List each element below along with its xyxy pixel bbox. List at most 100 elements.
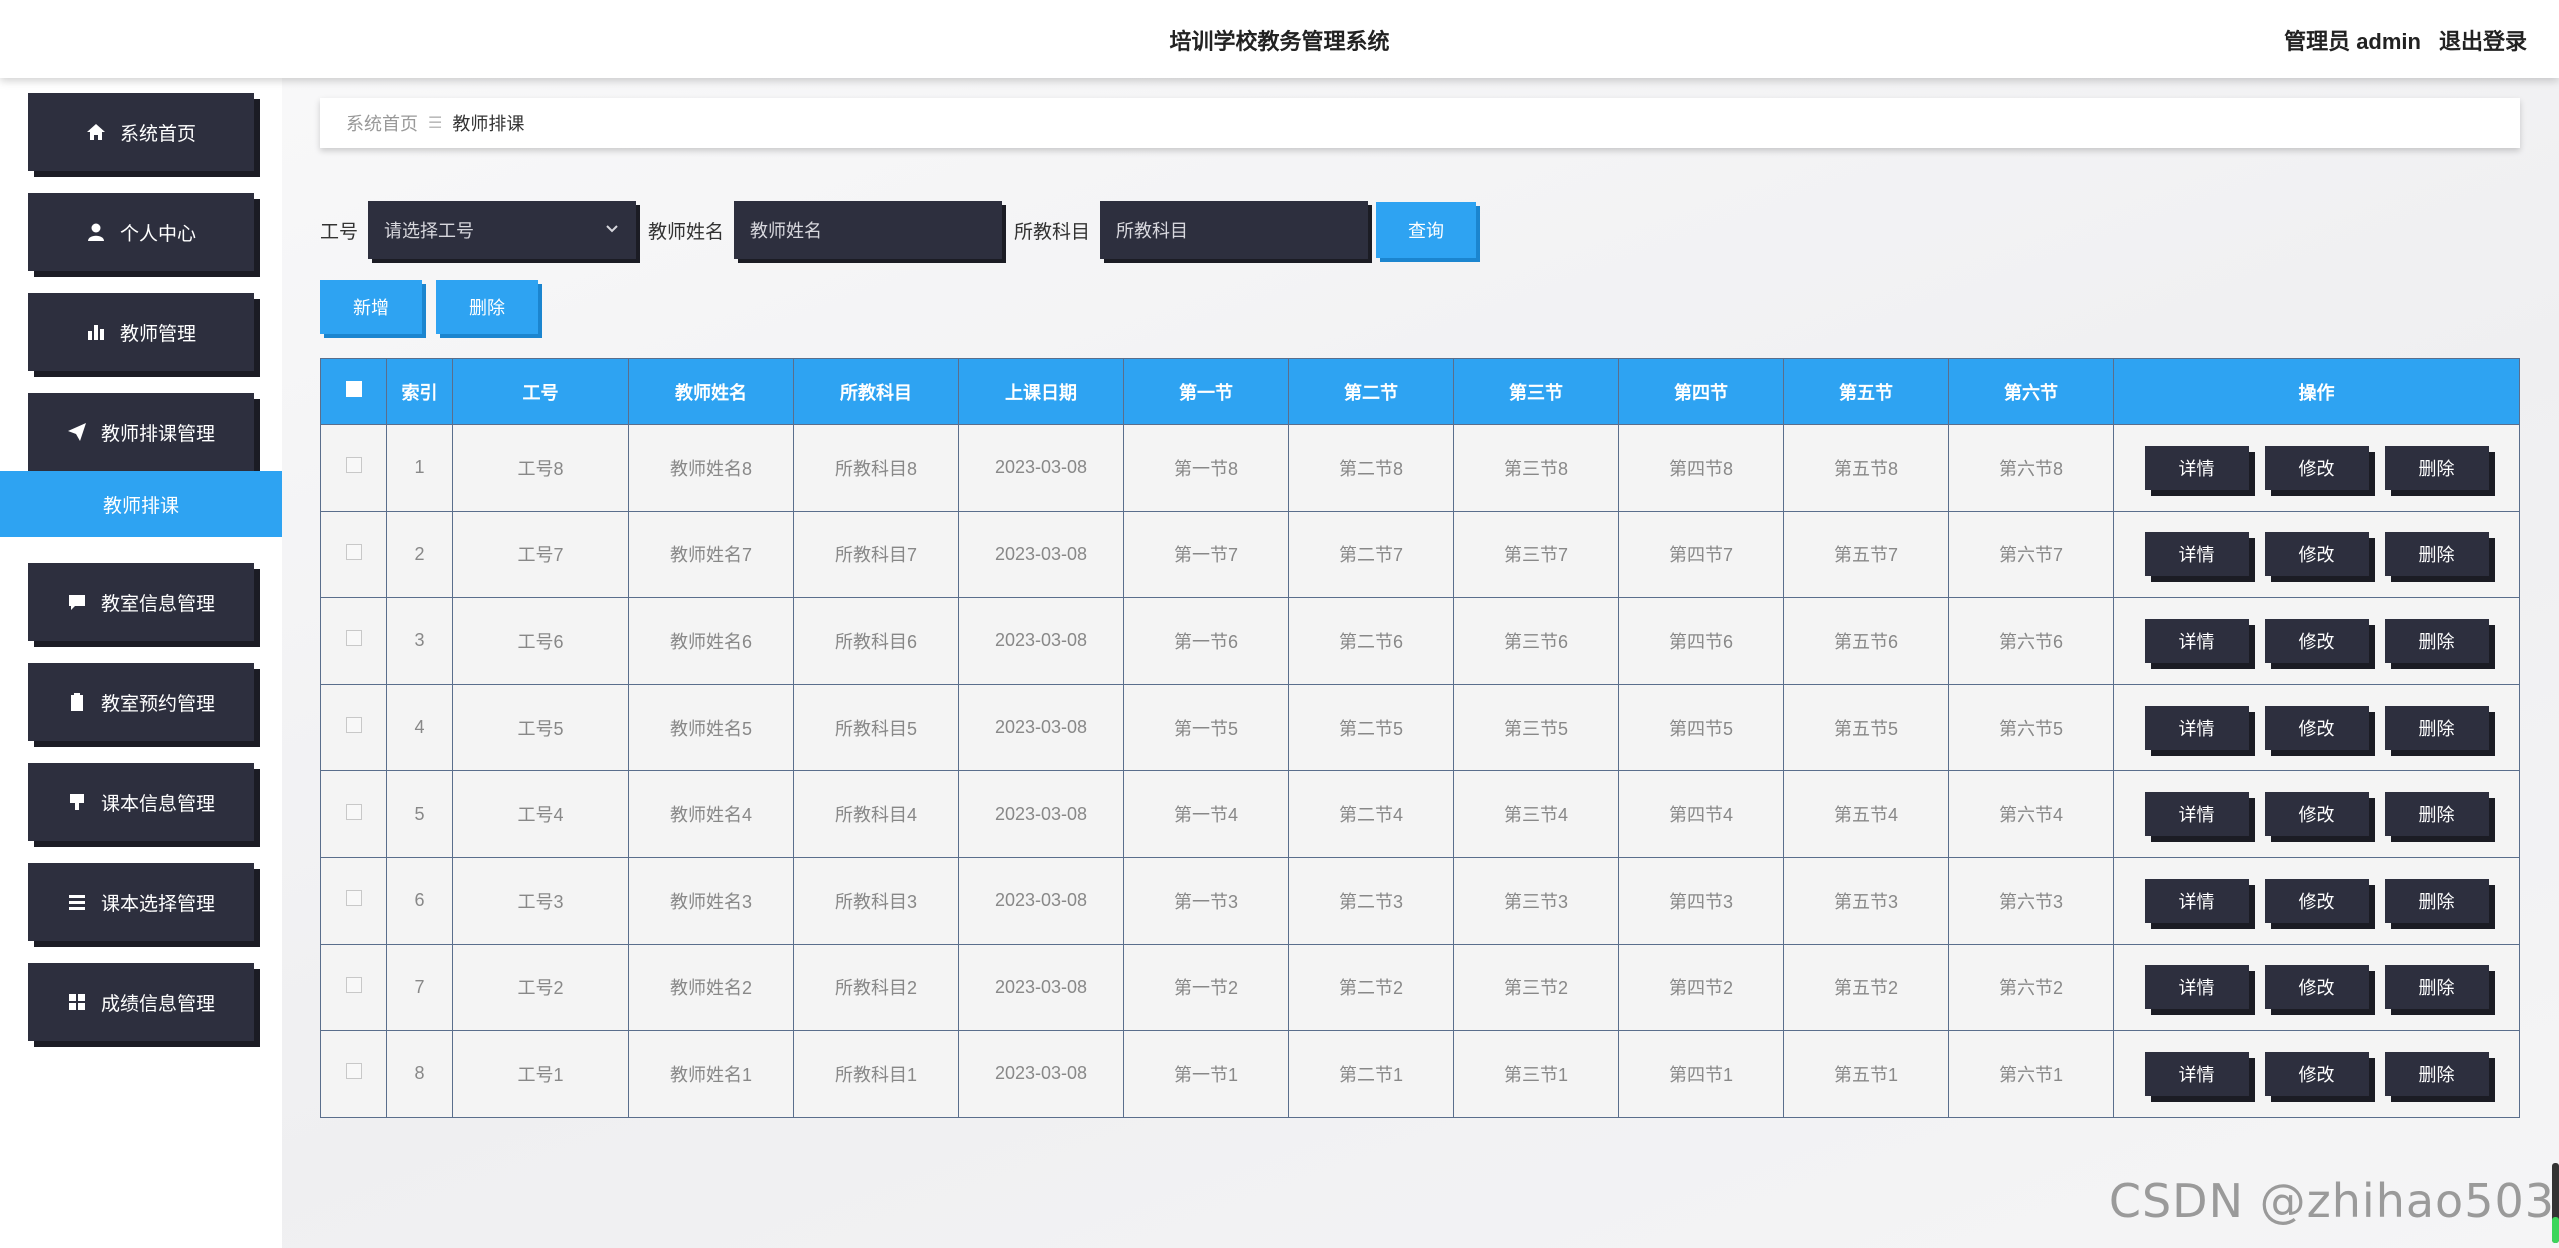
table-row: 5 工号4 教师姓名4 所教科目4 2023-03-08 第一节4 第二节4 第三节4 第四节4… bbox=[320, 770, 2520, 858]
table-cell: 2023-03-08 bbox=[958, 770, 1124, 858]
sidebar-item-grade-info[interactable]: 成绩信息管理 bbox=[28, 963, 254, 1041]
table-cell: 2 bbox=[386, 510, 453, 599]
detail-button[interactable]: 详情 bbox=[2144, 532, 2249, 577]
row-checkbox[interactable] bbox=[345, 890, 362, 907]
batch-delete-button[interactable]: 删除 bbox=[436, 280, 538, 334]
table-cell: 第一节1 bbox=[1123, 1030, 1289, 1118]
edit-button[interactable]: 修改 bbox=[2264, 532, 2369, 577]
edit-button[interactable]: 修改 bbox=[2264, 1051, 2369, 1096]
subject-input[interactable]: 所教科目 bbox=[1100, 201, 1369, 259]
detail-button[interactable]: 详情 bbox=[2144, 1051, 2249, 1096]
table-cell: 第一节2 bbox=[1123, 943, 1289, 1032]
delete-button[interactable]: 删除 bbox=[2384, 792, 2489, 837]
sidebar-item-classroom-booking[interactable]: 教室预约管理 bbox=[28, 663, 254, 741]
column-header: 第二节 bbox=[1288, 358, 1454, 425]
table-cell: 第五节2 bbox=[1783, 943, 1949, 1032]
table-cell: 2023-03-08 bbox=[958, 943, 1124, 1032]
row-select-cell[interactable] bbox=[320, 943, 387, 1032]
row-select-cell[interactable] bbox=[320, 683, 387, 772]
row-checkbox[interactable] bbox=[345, 543, 362, 560]
sidebar-item-label: 个人中心 bbox=[119, 223, 196, 245]
detail-button[interactable]: 详情 bbox=[2144, 445, 2249, 490]
table-cell: 2023-03-08 bbox=[958, 424, 1124, 512]
row-select-cell[interactable] bbox=[320, 1030, 387, 1118]
row-select-cell[interactable] bbox=[320, 510, 387, 599]
edit-button[interactable]: 修改 bbox=[2264, 705, 2369, 750]
row-checkbox[interactable] bbox=[345, 630, 362, 647]
table-cell: 第一节4 bbox=[1123, 770, 1289, 858]
sidebar-item-personal-center[interactable]: 个人中心 bbox=[28, 193, 254, 271]
sidebar-item-teacher-management[interactable]: 教师管理 bbox=[28, 293, 254, 371]
detail-button[interactable]: 详情 bbox=[2144, 705, 2249, 750]
edit-button[interactable]: 修改 bbox=[2264, 965, 2369, 1010]
breadcrumb-home[interactable]: 系统首页 bbox=[346, 110, 418, 136]
row-select-cell[interactable] bbox=[320, 856, 387, 945]
delete-button[interactable]: 删除 bbox=[2384, 705, 2489, 750]
sidebar-item-textbook-info[interactable]: 课本信息管理 bbox=[28, 763, 254, 841]
sidebar-item-classroom-info[interactable]: 教室信息管理 bbox=[28, 563, 254, 641]
sidebar-item-schedule-management[interactable]: 教师排课管理 bbox=[28, 393, 254, 471]
table-cell: 所教科目4 bbox=[793, 770, 959, 858]
teacher-name-input[interactable]: 教师姓名 bbox=[734, 201, 1003, 259]
edit-button[interactable]: 修改 bbox=[2264, 445, 2369, 490]
add-button[interactable]: 新增 bbox=[320, 280, 422, 334]
table-cell: 第三节6 bbox=[1453, 597, 1619, 685]
row-operations: 详情 修改 删除 bbox=[2113, 683, 2520, 772]
delete-button[interactable]: 删除 bbox=[2384, 618, 2489, 663]
grid-icon bbox=[68, 994, 85, 1010]
query-button[interactable]: 查询 bbox=[1376, 202, 1477, 258]
row-checkbox[interactable] bbox=[345, 976, 362, 993]
select-all-checkbox[interactable] bbox=[345, 381, 362, 397]
row-operations: 详情 修改 删除 bbox=[2113, 424, 2520, 512]
clipboard-icon bbox=[70, 693, 83, 711]
edit-button[interactable]: 修改 bbox=[2264, 618, 2369, 663]
select-all-header[interactable] bbox=[320, 358, 387, 425]
detail-button[interactable]: 详情 bbox=[2144, 878, 2249, 923]
gh-select-value: 请选择工号 bbox=[384, 221, 475, 241]
row-select-cell[interactable] bbox=[320, 770, 387, 858]
table-header-row: 索引 工号 教师姓名 所教科目 上课日期 第一节 第二节 第三节 第四节 第五节… bbox=[320, 358, 2520, 425]
name-label: 教师姓名 bbox=[648, 221, 725, 243]
sidebar-item-textbook-selection[interactable]: 课本选择管理 bbox=[28, 863, 254, 941]
sidebar-subitem-teacher-schedule[interactable]: 教师排课 bbox=[0, 471, 282, 537]
delete-button[interactable]: 删除 bbox=[2384, 445, 2489, 490]
delete-button[interactable]: 删除 bbox=[2384, 965, 2489, 1010]
table-cell: 第二节7 bbox=[1288, 510, 1454, 599]
detail-button[interactable]: 详情 bbox=[2144, 965, 2249, 1010]
table-cell: 第四节6 bbox=[1618, 597, 1784, 685]
gh-select[interactable]: 请选择工号 bbox=[368, 201, 637, 259]
row-select-cell[interactable] bbox=[320, 597, 387, 685]
table-cell: 第六节1 bbox=[1948, 1030, 2114, 1118]
table-cell: 教师姓名1 bbox=[628, 1030, 794, 1118]
row-checkbox[interactable] bbox=[345, 1063, 362, 1080]
logout-link[interactable]: 退出登录 bbox=[2439, 24, 2527, 56]
table-cell: 第二节5 bbox=[1288, 683, 1454, 772]
edit-button[interactable]: 修改 bbox=[2264, 792, 2369, 837]
table-cell: 所教科目5 bbox=[793, 683, 959, 772]
delete-button[interactable]: 删除 bbox=[2384, 532, 2489, 577]
row-checkbox[interactable] bbox=[345, 457, 362, 474]
table-cell: 第六节6 bbox=[1948, 597, 2114, 685]
paper-plane-icon bbox=[67, 423, 86, 441]
row-select-cell[interactable] bbox=[320, 424, 387, 512]
delete-button[interactable]: 删除 bbox=[2384, 878, 2489, 923]
subject-label: 所教科目 bbox=[1014, 221, 1091, 243]
detail-button[interactable]: 详情 bbox=[2144, 792, 2249, 837]
sidebar-item-home[interactable]: 系统首页 bbox=[28, 93, 254, 171]
table-cell: 工号7 bbox=[452, 510, 629, 599]
table-cell: 第三节1 bbox=[1453, 1030, 1619, 1118]
row-checkbox[interactable] bbox=[345, 803, 362, 820]
teacher-name-placeholder: 教师姓名 bbox=[750, 221, 823, 241]
row-checkbox[interactable] bbox=[345, 717, 362, 734]
table-cell: 第三节4 bbox=[1453, 770, 1619, 858]
table-cell: 工号2 bbox=[452, 943, 629, 1032]
table-cell: 第四节5 bbox=[1618, 683, 1784, 772]
table-cell: 所教科目3 bbox=[793, 856, 959, 945]
column-header: 上课日期 bbox=[958, 358, 1124, 425]
breadcrumb-separator-icon: ☰ bbox=[428, 115, 443, 132]
edit-button[interactable]: 修改 bbox=[2264, 878, 2369, 923]
table-cell: 5 bbox=[386, 770, 453, 858]
table-cell: 第一节7 bbox=[1123, 510, 1289, 599]
detail-button[interactable]: 详情 bbox=[2144, 618, 2249, 663]
delete-button[interactable]: 删除 bbox=[2384, 1051, 2489, 1096]
